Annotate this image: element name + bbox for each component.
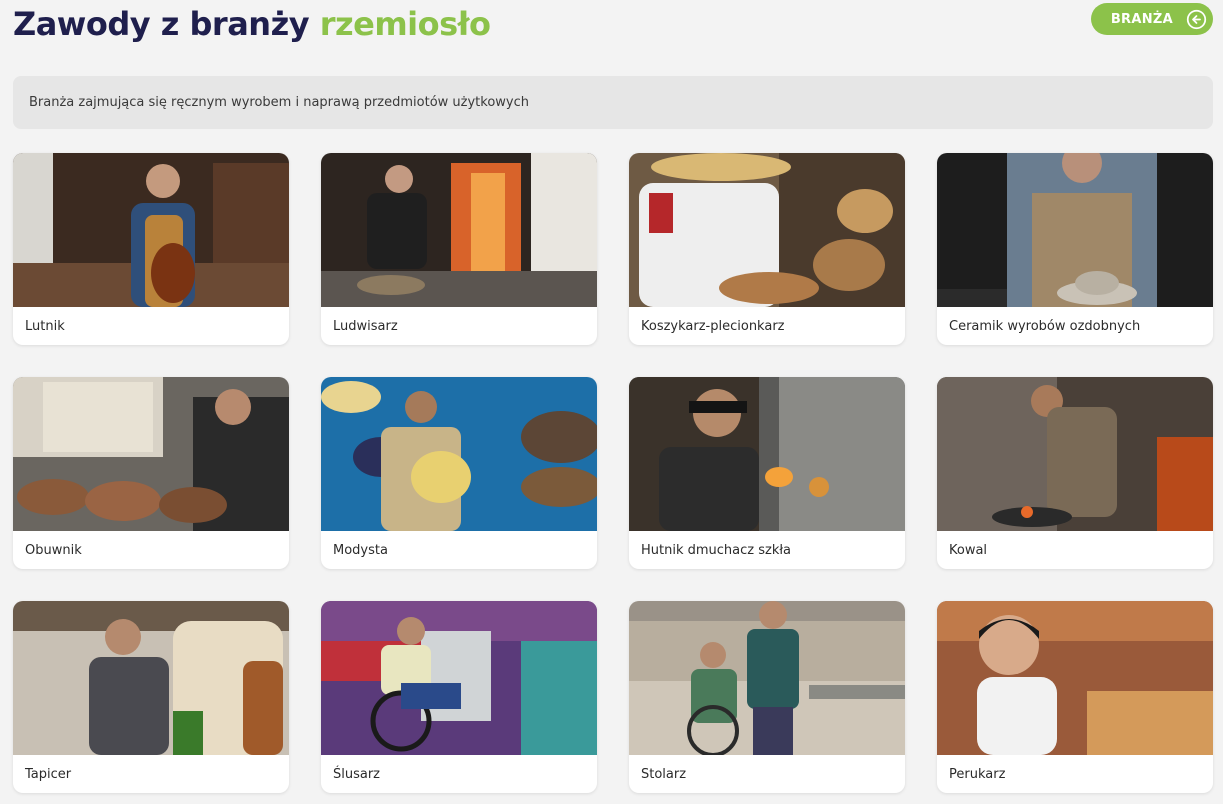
- profession-name: Hutnik dmuchacz szkła: [641, 542, 792, 558]
- profession-name: Ludwisarz: [333, 318, 398, 334]
- profession-photo: [13, 153, 289, 307]
- profession-name: Modysta: [333, 542, 388, 558]
- profession-card-koszykarz-plecionkarz[interactable]: Koszykarz-plecionkarz: [629, 153, 905, 345]
- profession-photo: [937, 377, 1213, 531]
- arrow-left-circle-icon: [1186, 9, 1207, 29]
- profession-card-tapicer[interactable]: Tapicer: [13, 601, 289, 793]
- profession-photo: [937, 153, 1213, 307]
- profession-card-ceramik[interactable]: Ceramik wyrobów ozdobnych: [937, 153, 1213, 345]
- profession-photo: [13, 601, 289, 755]
- profession-card-ludwisarz[interactable]: Ludwisarz: [321, 153, 597, 345]
- profession-name: Kowal: [949, 542, 988, 558]
- profession-card-hutnik[interactable]: Hutnik dmuchacz szkła: [629, 377, 905, 569]
- profession-photo: [13, 377, 289, 531]
- profession-name: Ślusarz: [333, 766, 381, 782]
- profession-photo: [629, 377, 905, 531]
- profession-card-stolarz[interactable]: Stolarz: [629, 601, 905, 793]
- back-to-industry-button[interactable]: BRANŻA: [1091, 3, 1213, 35]
- profession-name: Tapicer: [25, 766, 72, 782]
- page-title: Zawody z branży rzemiosło: [13, 0, 491, 48]
- profession-card-slusarz[interactable]: Ślusarz: [321, 601, 597, 793]
- industry-description: Branża zajmująca się ręcznym wyrobem i n…: [13, 76, 1213, 129]
- profession-name: Lutnik: [25, 318, 65, 334]
- profession-name: Koszykarz-plecionkarz: [641, 318, 785, 334]
- profession-photo: [629, 601, 905, 755]
- profession-photo: [321, 153, 597, 307]
- page: Zawody z branży rzemiosło BRANŻA Branża …: [0, 0, 1223, 804]
- profession-name: Obuwnik: [25, 542, 82, 558]
- profession-name: Ceramik wyrobów ozdobnych: [949, 318, 1141, 334]
- profession-card-obuwnik[interactable]: Obuwnik: [13, 377, 289, 569]
- page-title-accent: rzemiosło: [319, 5, 491, 43]
- profession-grid: Lutnik Ludwisarz Koszykarz-plecionkarz C…: [13, 153, 1213, 793]
- profession-name: Perukarz: [949, 766, 1006, 782]
- profession-card-lutnik[interactable]: Lutnik: [13, 153, 289, 345]
- back-button-label: BRANŻA: [1110, 11, 1173, 27]
- profession-card-perukarz[interactable]: Perukarz: [937, 601, 1213, 793]
- page-title-prefix: Zawody z branży: [13, 5, 310, 43]
- profession-photo: [629, 153, 905, 307]
- profession-card-kowal[interactable]: Kowal: [937, 377, 1213, 569]
- profession-card-modysta[interactable]: Modysta: [321, 377, 597, 569]
- profession-photo: [937, 601, 1213, 755]
- profession-photo: [321, 601, 597, 755]
- profession-name: Stolarz: [641, 766, 687, 782]
- profession-photo: [321, 377, 597, 531]
